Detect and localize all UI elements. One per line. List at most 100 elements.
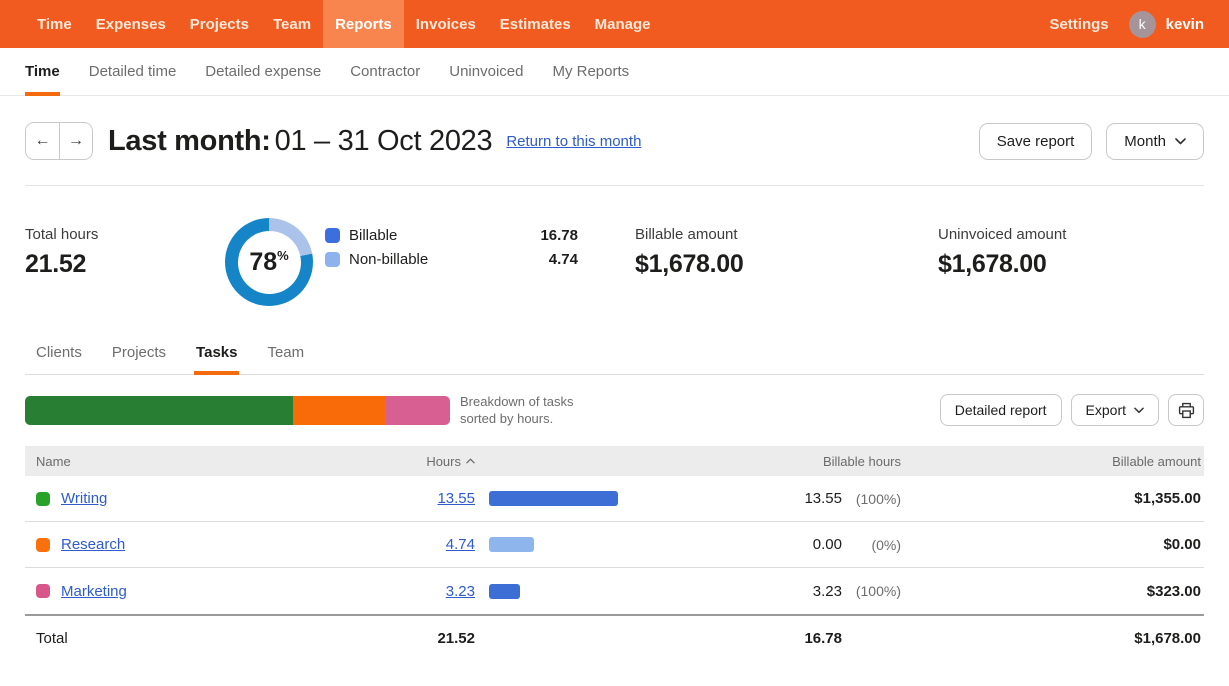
legend-value: 4.74 bbox=[549, 251, 578, 268]
column-header-billable-hours[interactable]: Billable hours bbox=[725, 454, 901, 469]
uninvoiced-amount-value: $1,678.00 bbox=[938, 250, 1066, 279]
period-select-button[interactable]: Month bbox=[1106, 123, 1204, 160]
avatar[interactable]: k bbox=[1129, 11, 1156, 38]
return-to-this-month-link[interactable]: Return to this month bbox=[506, 133, 641, 150]
tab-team[interactable]: Team bbox=[267, 338, 304, 374]
hours-link[interactable]: 3.23 bbox=[446, 583, 475, 600]
settings-link[interactable]: Settings bbox=[1039, 16, 1118, 33]
billable-percent-value: 78 bbox=[249, 248, 277, 277]
export-button[interactable]: Export bbox=[1071, 394, 1159, 426]
tab-projects[interactable]: Projects bbox=[112, 338, 166, 374]
next-period-button[interactable]: → bbox=[59, 123, 92, 159]
table-row: Marketing 3.23 3.23 (100%) $323.00 bbox=[25, 568, 1204, 614]
hours-bar bbox=[489, 584, 520, 599]
total-label: Total bbox=[25, 630, 405, 647]
save-report-button[interactable]: Save report bbox=[979, 123, 1093, 160]
task-color-dot bbox=[36, 538, 50, 552]
tasks-table: Name Hours Billable hours Billable amoun… bbox=[25, 446, 1204, 660]
hours-link[interactable]: 4.74 bbox=[446, 536, 475, 553]
billable-legend: Billable 16.78 Non-billable 4.74 bbox=[325, 218, 578, 268]
arrow-right-icon: → bbox=[68, 132, 84, 150]
billable-percent: (0%) bbox=[842, 537, 901, 553]
subnav-item-uninvoiced[interactable]: Uninvoiced bbox=[449, 48, 523, 95]
print-icon bbox=[1178, 402, 1195, 419]
total-hours-value: 21.52 bbox=[25, 250, 225, 279]
subnav-item-detailed-expense[interactable]: Detailed expense bbox=[205, 48, 321, 95]
hours-bar bbox=[489, 537, 534, 552]
username[interactable]: kevin bbox=[1166, 16, 1204, 33]
task-link[interactable]: Marketing bbox=[61, 583, 127, 600]
table-header-row: Name Hours Billable hours Billable amoun… bbox=[25, 446, 1204, 476]
nav-item-reports[interactable]: Reports bbox=[323, 0, 404, 48]
column-header-hours[interactable]: Hours bbox=[405, 454, 475, 469]
uninvoiced-amount-label: Uninvoiced amount bbox=[938, 226, 1066, 243]
billable-hours-value: 3.23 bbox=[725, 583, 842, 600]
tab-clients[interactable]: Clients bbox=[36, 338, 82, 374]
breakdown-segment bbox=[386, 396, 450, 425]
nav-item-time[interactable]: Time bbox=[25, 0, 84, 48]
nav-item-expenses[interactable]: Expenses bbox=[84, 0, 178, 48]
breakdown-caption-line1: Breakdown of tasks bbox=[460, 393, 573, 410]
task-link[interactable]: Research bbox=[61, 536, 125, 553]
export-label: Export bbox=[1086, 402, 1126, 418]
tasks-stacked-bar bbox=[25, 396, 450, 425]
reports-subnav: Time Detailed time Detailed expense Cont… bbox=[0, 48, 1229, 96]
breakdown-caption: Breakdown of tasks sorted by hours. bbox=[460, 393, 573, 427]
page-title-prefix: Last month: bbox=[108, 125, 271, 157]
billable-percent: (100%) bbox=[842, 491, 901, 507]
billable-donut: 78% bbox=[225, 218, 313, 306]
billable-amount-value: $1,678.00 bbox=[635, 250, 885, 279]
sort-ascending-icon bbox=[466, 458, 475, 464]
nav-item-projects[interactable]: Projects bbox=[178, 0, 261, 48]
task-link[interactable]: Writing bbox=[61, 490, 107, 507]
tab-tasks[interactable]: Tasks bbox=[196, 338, 237, 374]
billable-percent: (100%) bbox=[842, 583, 901, 599]
page-title: Last month:01 – 31 Oct 2023 bbox=[108, 125, 492, 158]
previous-period-button[interactable]: ← bbox=[26, 123, 59, 159]
legend-item-non-billable: Non-billable 4.74 bbox=[325, 251, 578, 268]
period-select-label: Month bbox=[1124, 133, 1166, 150]
billable-amount: $1,355.00 bbox=[901, 490, 1204, 507]
breakdown-toolbar: Breakdown of tasks sorted by hours. Deta… bbox=[25, 393, 1204, 427]
hours-link[interactable]: 13.55 bbox=[437, 490, 475, 507]
total-hours: 21.52 bbox=[405, 630, 475, 647]
breakdown-segment bbox=[293, 396, 387, 425]
billable-amount: $323.00 bbox=[901, 583, 1204, 600]
billable-amount-label: Billable amount bbox=[635, 226, 885, 243]
nav-item-team[interactable]: Team bbox=[261, 0, 323, 48]
subnav-item-my-reports[interactable]: My Reports bbox=[552, 48, 629, 95]
column-header-billable-amount[interactable]: Billable amount bbox=[901, 454, 1204, 469]
period-nav-group: ← → bbox=[25, 122, 93, 160]
breakdown-caption-line2: sorted by hours. bbox=[460, 410, 573, 427]
page-title-date-range: 01 – 31 Oct 2023 bbox=[275, 125, 493, 157]
task-color-dot bbox=[36, 584, 50, 598]
subnav-item-detailed-time[interactable]: Detailed time bbox=[89, 48, 177, 95]
nav-item-invoices[interactable]: Invoices bbox=[404, 0, 488, 48]
total-billable-amount: $1,678.00 bbox=[901, 630, 1204, 647]
total-billable-hours: 16.78 bbox=[725, 630, 842, 647]
summary-row: Total hours 21.52 78% Billable 16.78 Non… bbox=[25, 218, 1204, 306]
column-header-name[interactable]: Name bbox=[25, 454, 405, 469]
print-button[interactable] bbox=[1168, 394, 1204, 426]
legend-label: Non-billable bbox=[349, 251, 428, 268]
detailed-report-button[interactable]: Detailed report bbox=[940, 394, 1062, 426]
legend-value: 16.78 bbox=[540, 227, 578, 244]
billable-amount: $0.00 bbox=[901, 536, 1204, 553]
report-header: ← → Last month:01 – 31 Oct 2023 Return t… bbox=[25, 96, 1204, 186]
subnav-item-time[interactable]: Time bbox=[25, 48, 60, 95]
legend-item-billable: Billable 16.78 bbox=[325, 227, 578, 244]
percent-sign: % bbox=[277, 248, 289, 263]
table-row: Writing 13.55 13.55 (100%) $1,355.00 bbox=[25, 476, 1204, 522]
nav-item-manage[interactable]: Manage bbox=[583, 0, 663, 48]
billable-hours-value: 0.00 bbox=[725, 536, 842, 553]
nav-item-estimates[interactable]: Estimates bbox=[488, 0, 583, 48]
legend-label: Billable bbox=[349, 227, 397, 244]
total-hours-label: Total hours bbox=[25, 226, 225, 243]
top-navigation: Time Expenses Projects Team Reports Invo… bbox=[0, 0, 1229, 48]
task-color-dot bbox=[36, 492, 50, 506]
breakdown-segment bbox=[25, 396, 293, 425]
subnav-item-contractor[interactable]: Contractor bbox=[350, 48, 420, 95]
table-row: Research 4.74 0.00 (0%) $0.00 bbox=[25, 522, 1204, 568]
chevron-down-icon bbox=[1175, 138, 1186, 145]
grouping-tabs: Clients Projects Tasks Team bbox=[25, 338, 1204, 375]
